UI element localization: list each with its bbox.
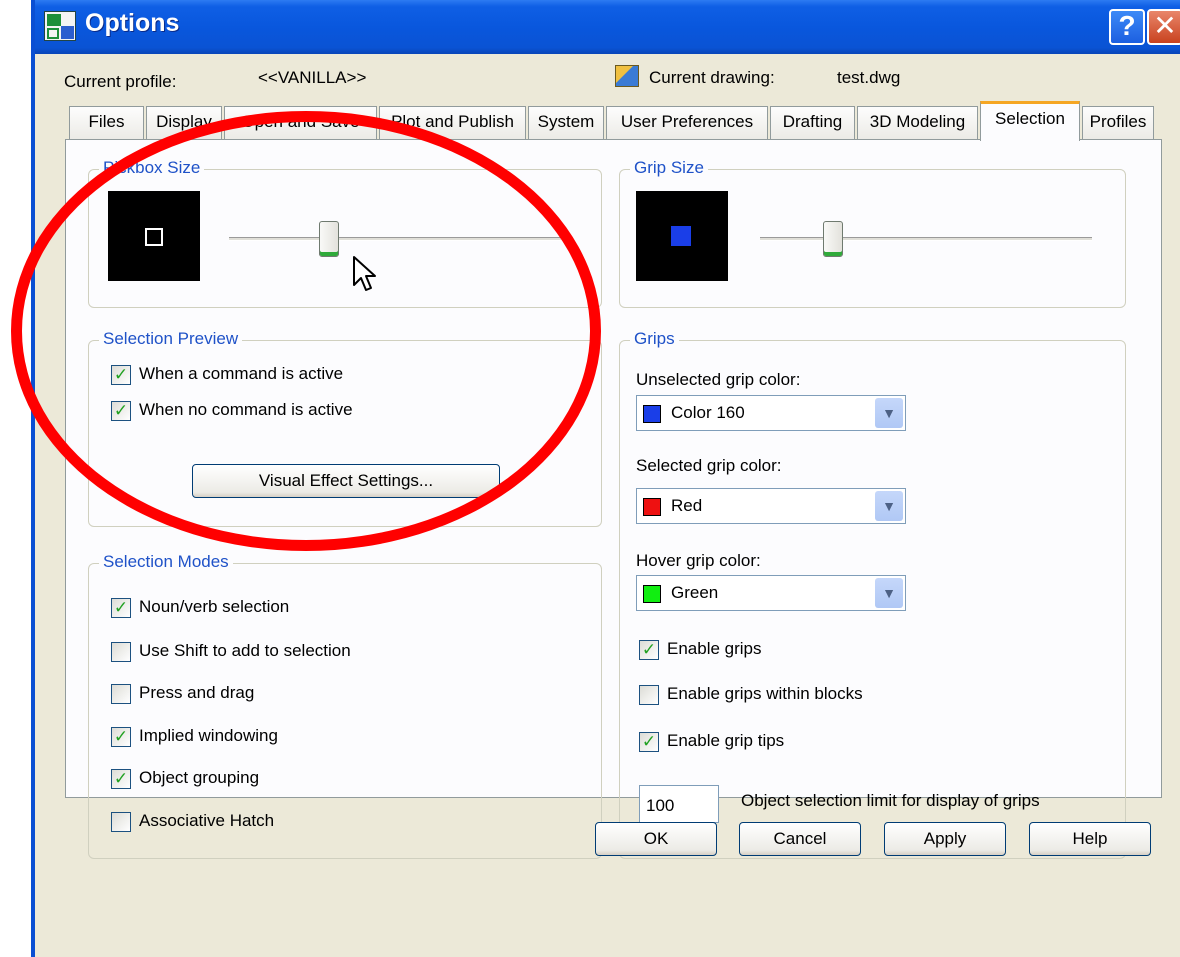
title-bar[interactable]: Options ? ✕ — [35, 0, 1180, 54]
apply-button[interactable]: Apply — [884, 822, 1006, 856]
grip-size-title: Grip Size — [630, 158, 708, 178]
tab-files[interactable]: Files — [69, 106, 144, 139]
hover-grip-color-select[interactable]: Green ▼ — [636, 575, 906, 611]
unselected-grip-color-select[interactable]: Color 160 ▼ — [636, 395, 906, 431]
chevron-down-icon[interactable]: ▼ — [875, 578, 903, 608]
tab-user-preferences[interactable]: User Preferences — [606, 106, 768, 139]
options-dialog: Options ? ✕ Current profile: <<VANILLA>>… — [31, 0, 1180, 957]
mouse-cursor-icon — [353, 256, 376, 291]
profile-row: Current profile: <<VANILLA>> Current dra… — [35, 64, 1180, 91]
pickbox-size-group: Pickbox Size — [88, 158, 602, 308]
current-profile-label: Current profile: — [64, 72, 177, 91]
tab-selection[interactable]: Selection — [980, 101, 1080, 141]
app-icon — [44, 11, 76, 41]
color-swatch — [643, 585, 661, 603]
grips-group: Grips Unselected grip color: Color 160 ▼… — [619, 329, 1126, 859]
checkbox[interactable]: ✓ — [639, 732, 659, 752]
tab-profiles[interactable]: Profiles — [1082, 106, 1154, 139]
pickbox-preview — [108, 191, 200, 281]
close-icon[interactable]: ✕ — [1147, 9, 1180, 45]
pickbox-size-title: Pickbox Size — [99, 158, 205, 178]
tab-display[interactable]: Display — [146, 106, 222, 139]
tab-open-and-save[interactable]: Open and Save — [224, 106, 377, 139]
checkbox[interactable]: ✓ — [111, 598, 131, 618]
current-drawing-label: Current drawing: — [649, 68, 775, 87]
tab-drafting[interactable]: Drafting — [770, 106, 855, 139]
checkbox[interactable]: ✓ — [111, 769, 131, 789]
window-title: Options — [85, 9, 180, 37]
selected-grip-color-label: Selected grip color: — [636, 456, 782, 475]
grip-limit-label: Object selection limit for display of gr… — [741, 791, 1040, 810]
selection-modes-title: Selection Modes — [99, 552, 233, 572]
grip-limit-input[interactable]: 100 — [639, 785, 719, 823]
grip-square — [671, 226, 691, 246]
tab-3d-modeling[interactable]: 3D Modeling — [857, 106, 978, 139]
selected-grip-color-select[interactable]: Red ▼ — [636, 488, 906, 524]
pickbox-slider-track[interactable] — [229, 237, 561, 241]
selection-preview-title: Selection Preview — [99, 329, 243, 349]
help-button[interactable]: Help — [1029, 822, 1151, 856]
grips-title: Grips — [630, 329, 679, 349]
chevron-down-icon[interactable]: ▼ — [875, 398, 903, 428]
tab-plot-and-publish[interactable]: Plot and Publish — [379, 106, 526, 139]
current-profile-value: <<VANILLA>> — [258, 68, 367, 87]
tab-strip: Files Display Open and Save Plot and Pub… — [35, 101, 1180, 141]
help-icon[interactable]: ? — [1109, 9, 1145, 45]
checkbox[interactable] — [111, 642, 131, 662]
grip-slider-track[interactable] — [760, 237, 1092, 241]
color-swatch — [643, 498, 661, 516]
grip-slider-thumb[interactable] — [823, 221, 844, 257]
grip-preview — [636, 191, 728, 281]
current-drawing-value: test.dwg — [837, 68, 901, 87]
checkbox[interactable] — [639, 685, 659, 705]
checkbox[interactable]: ✓ — [111, 727, 131, 747]
visual-effect-settings-button[interactable]: Visual Effect Settings... — [192, 464, 500, 498]
hover-grip-color-label: Hover grip color: — [636, 551, 761, 570]
chevron-down-icon[interactable]: ▼ — [875, 491, 903, 521]
unselected-grip-color-label: Unselected grip color: — [636, 370, 801, 389]
pickbox-slider-thumb[interactable] — [318, 221, 339, 257]
checkbox[interactable]: ✓ — [639, 640, 659, 660]
selection-preview-group: Selection Preview ✓ When a command is ac… — [88, 329, 602, 527]
cancel-button[interactable]: Cancel — [739, 822, 861, 856]
ok-button[interactable]: OK — [595, 822, 717, 856]
checkbox[interactable] — [111, 684, 131, 704]
checkbox[interactable]: ✓ — [111, 365, 131, 385]
grip-size-group: Grip Size — [619, 158, 1126, 308]
selection-modes-group: Selection Modes ✓ Noun/verb selection Us… — [88, 552, 602, 859]
color-swatch — [643, 405, 661, 423]
checkbox[interactable] — [111, 812, 131, 832]
checkbox[interactable]: ✓ — [111, 401, 131, 421]
selection-tab-page: Pickbox Size Selection Preview ✓ When a … — [65, 139, 1162, 859]
drawing-icon — [615, 65, 639, 87]
tab-system[interactable]: System — [528, 106, 604, 139]
pickbox-square — [145, 228, 163, 246]
